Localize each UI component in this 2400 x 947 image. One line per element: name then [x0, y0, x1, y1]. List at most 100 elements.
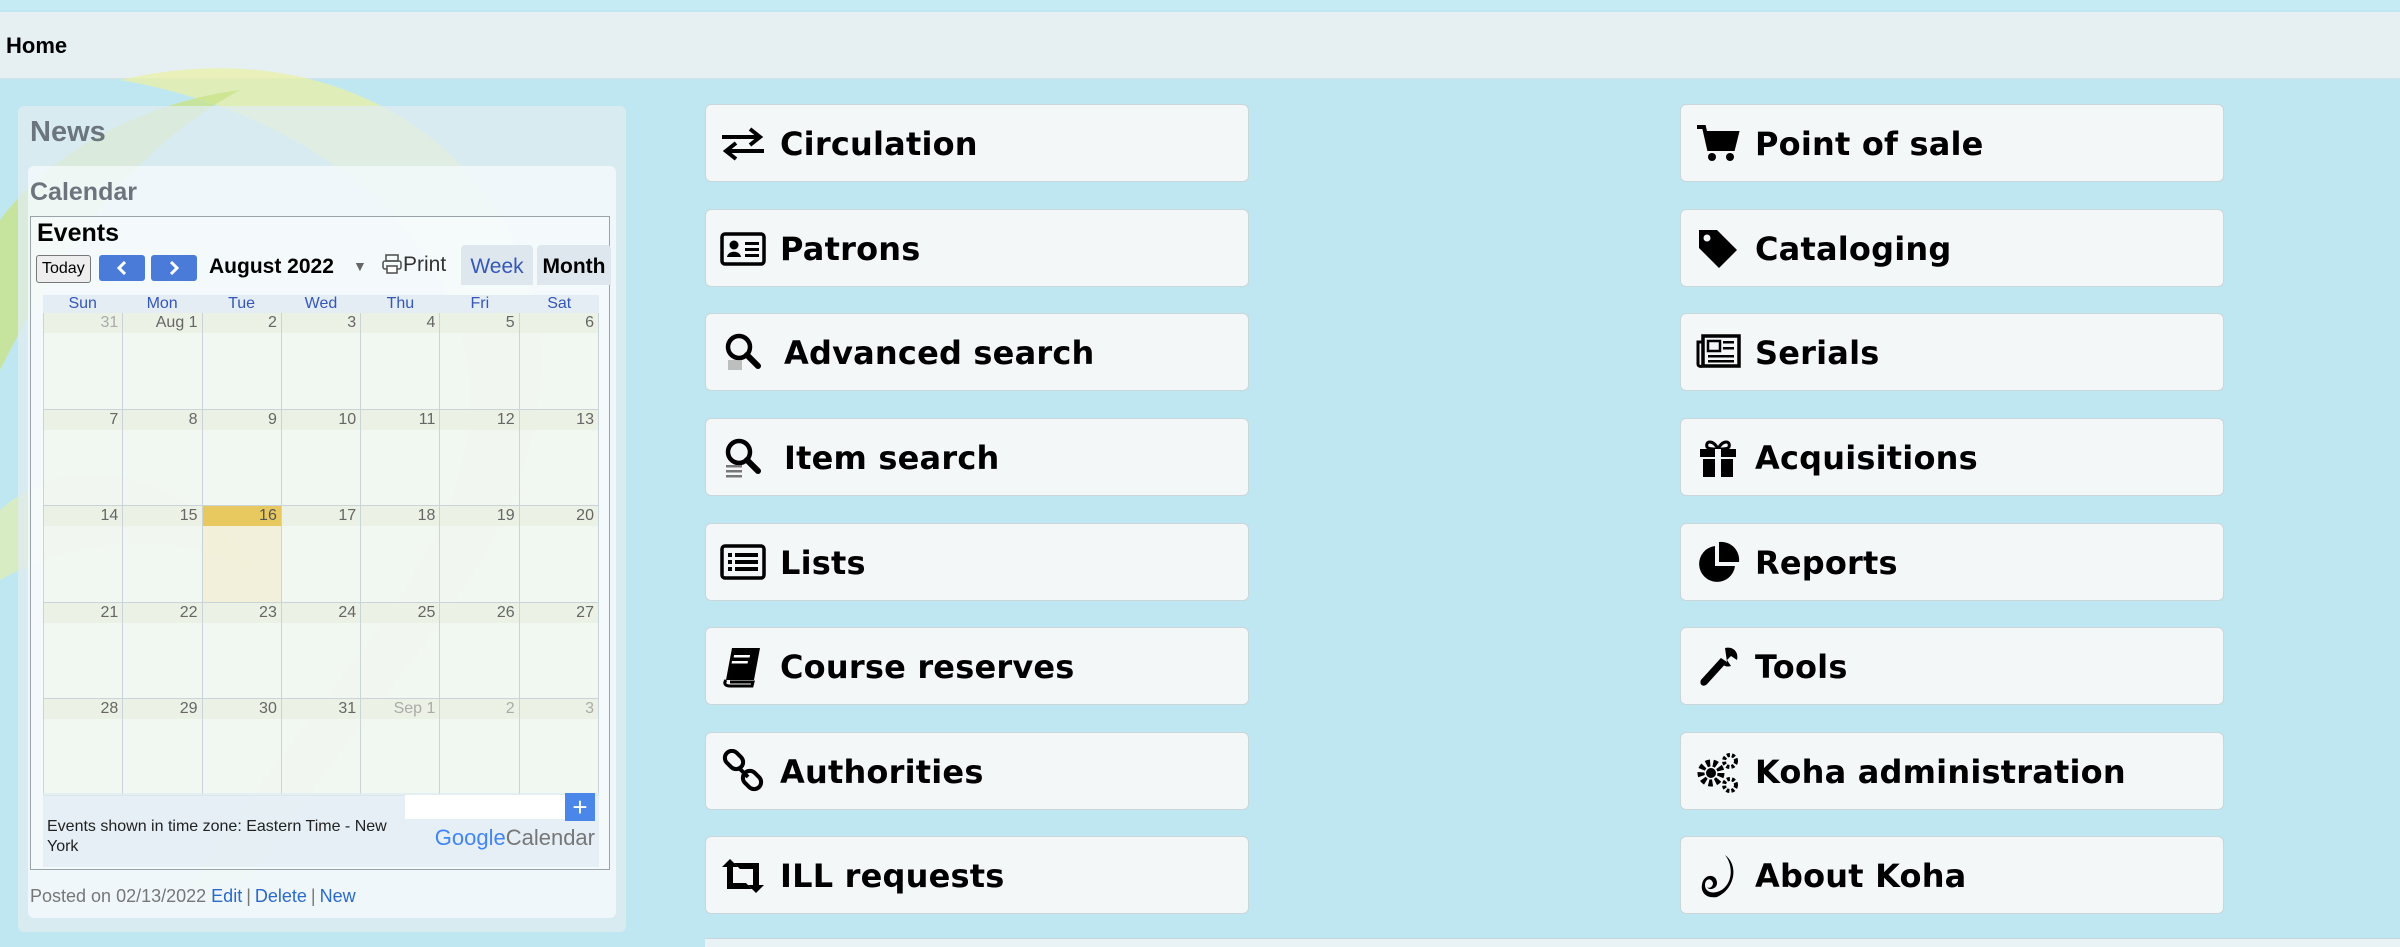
- calendar-day[interactable]: 30: [201, 699, 281, 796]
- calendar-day[interactable]: 9: [201, 409, 281, 506]
- print-label: Print: [403, 253, 447, 276]
- module-authorities-button[interactable]: Authorities: [705, 732, 1249, 810]
- calendar-day[interactable]: 4: [360, 313, 440, 410]
- add-calendar-field[interactable]: [405, 795, 565, 819]
- calendar-day[interactable]: 15: [122, 506, 202, 603]
- tab-month[interactable]: Month: [537, 245, 611, 285]
- timezone-note: Events shown in time zone: Eastern Time …: [47, 818, 387, 855]
- calendar-day[interactable]: 19: [439, 506, 519, 603]
- month-label[interactable]: August 2022: [209, 255, 334, 279]
- add-calendar-button[interactable]: +: [565, 793, 595, 821]
- day-number: 31: [281, 699, 361, 719]
- module-serials-button[interactable]: Serials: [1680, 313, 2224, 391]
- day-number: 25: [361, 602, 440, 623]
- calendar-day[interactable]: 10: [280, 409, 361, 506]
- calendar-toolbar: Today August 2022 ▼ Print Week Month: [31, 245, 611, 289]
- magnifier-list-icon: [725, 438, 761, 478]
- day-number: 27: [519, 602, 598, 623]
- day-number: 9: [202, 409, 281, 430]
- calendar-week-row: 7 8 9 10 11 12 13: [43, 409, 599, 506]
- new-news-link[interactable]: New: [320, 886, 356, 906]
- caret-down-icon[interactable]: ▼: [353, 258, 367, 274]
- calendar-day[interactable]: 22: [122, 602, 202, 699]
- calendar-day[interactable]: 7: [43, 409, 123, 506]
- dow-label: Tue: [228, 295, 256, 312]
- calendar-day[interactable]: 11: [360, 409, 440, 506]
- dow-label: Sat: [547, 295, 572, 312]
- wrench-icon: [1700, 647, 1738, 686]
- calendar-day[interactable]: 2: [201, 313, 281, 410]
- calendar-day[interactable]: 18: [360, 506, 440, 603]
- day-number: 3: [519, 699, 598, 719]
- module-koha-administration-button[interactable]: Koha administration: [1680, 732, 2224, 810]
- module-cataloging-button[interactable]: Cataloging: [1680, 209, 2224, 287]
- module-course-reserves-button[interactable]: Course reserves: [705, 627, 1249, 705]
- tab-week[interactable]: Week: [461, 245, 533, 285]
- calendar-day[interactable]: 12: [439, 409, 519, 506]
- google-wordmark: Google: [434, 825, 506, 850]
- calendar-day[interactable]: 23: [201, 602, 281, 699]
- prev-month-button[interactable]: [99, 255, 145, 281]
- day-number: 20: [519, 506, 598, 526]
- day-number: 24: [281, 602, 361, 623]
- calendar-day[interactable]: 25: [360, 602, 440, 699]
- calendar-day[interactable]: 8: [122, 409, 202, 506]
- calendar-day[interactable]: 31: [280, 699, 361, 796]
- day-number: 2: [440, 699, 519, 719]
- chevron-left-icon: [116, 260, 127, 276]
- module-acquisitions-button[interactable]: Acquisitions: [1680, 418, 2224, 496]
- module-label: Authorities: [780, 753, 984, 791]
- google-calendar-logo[interactable]: GoogleCalendar: [435, 825, 595, 851]
- calendar-day[interactable]: 17: [280, 506, 361, 603]
- calendar-day[interactable]: Aug 1: [122, 313, 202, 410]
- calendar-wordmark: Calendar: [505, 825, 595, 850]
- calendar-day[interactable]: 5: [439, 313, 519, 410]
- module-item-search-button[interactable]: Item search: [705, 418, 1249, 496]
- module-advanced-search-button[interactable]: Advanced search: [705, 313, 1249, 391]
- module-label: Reports: [1755, 544, 1898, 582]
- chevron-right-icon: [169, 260, 180, 276]
- separator: |: [310, 886, 316, 906]
- gift-icon: [1700, 440, 1736, 477]
- dow-label: Thu: [386, 295, 415, 312]
- today-button[interactable]: Today: [36, 255, 91, 283]
- module-circulation-button[interactable]: Circulation: [705, 104, 1249, 182]
- newspaper-icon: [1696, 334, 1741, 368]
- day-number: 30: [202, 699, 281, 719]
- print-button[interactable]: Print: [381, 253, 446, 277]
- module-tools-button[interactable]: Tools: [1680, 627, 2224, 705]
- calendar-day[interactable]: 21: [43, 602, 123, 699]
- calendar-day-today[interactable]: 16: [201, 506, 281, 603]
- calendar-day[interactable]: 27: [518, 602, 599, 699]
- calendar-day[interactable]: Sep 1: [360, 699, 440, 796]
- calendar-day[interactable]: 24: [280, 602, 361, 699]
- dow-label: Fri: [470, 295, 490, 312]
- calendar-day[interactable]: 31: [43, 313, 123, 410]
- module-reports-button[interactable]: Reports: [1680, 523, 2224, 601]
- calendar-day[interactable]: 3: [280, 313, 361, 410]
- edit-news-link[interactable]: Edit: [211, 886, 242, 906]
- calendar-day[interactable]: 28: [43, 699, 123, 796]
- calendar-footer: + Events shown in time zone: Eastern Tim…: [43, 793, 599, 867]
- day-number: 16: [202, 506, 281, 526]
- calendar-day[interactable]: 14: [43, 506, 123, 603]
- calendar-day[interactable]: 20: [518, 506, 599, 603]
- day-number: 14: [44, 506, 123, 526]
- module-about-koha-button[interactable]: About Koha: [1680, 836, 2224, 914]
- module-point-of-sale-button[interactable]: Point of sale: [1680, 104, 2224, 182]
- dow-label: Sun: [68, 295, 97, 312]
- next-month-button[interactable]: [151, 255, 197, 281]
- calendar-day[interactable]: 29: [122, 699, 202, 796]
- book-icon: [723, 648, 760, 688]
- module-patrons-button[interactable]: Patrons: [705, 209, 1249, 287]
- calendar-day[interactable]: 3: [518, 699, 599, 796]
- delete-news-link[interactable]: Delete: [255, 886, 307, 906]
- calendar-day[interactable]: 13: [518, 409, 599, 506]
- module-ill-requests-button[interactable]: ILL requests: [705, 836, 1249, 914]
- module-lists-button[interactable]: Lists: [705, 523, 1249, 601]
- calendar-day[interactable]: 26: [439, 602, 519, 699]
- calendar-day[interactable]: 2: [439, 699, 519, 796]
- module-label: Advanced search: [784, 334, 1095, 372]
- breadcrumb-home[interactable]: Home: [6, 33, 67, 59]
- calendar-day[interactable]: 6: [518, 313, 599, 410]
